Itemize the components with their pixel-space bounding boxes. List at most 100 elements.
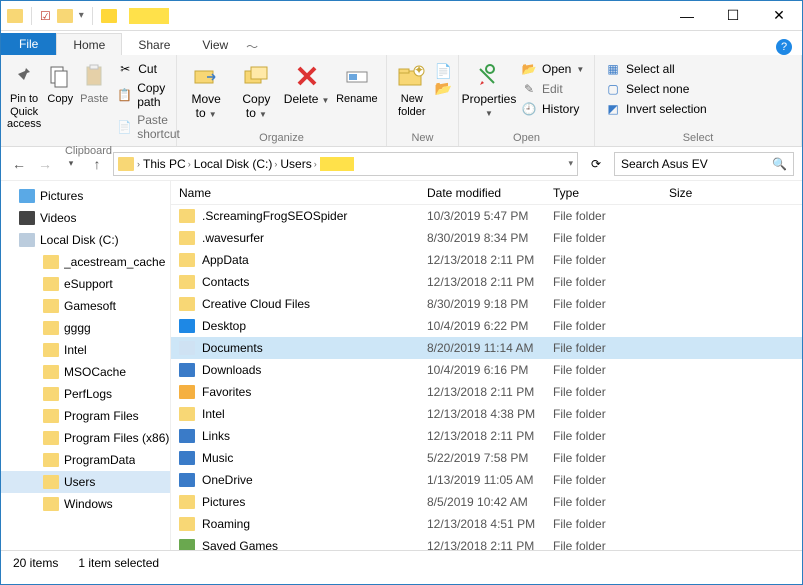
file-row[interactable]: Creative Cloud Files8/30/2019 9:18 PMFil… — [171, 293, 802, 315]
file-name: Documents — [202, 341, 263, 355]
folder-icon — [19, 211, 35, 225]
history-button[interactable]: 🕘History — [517, 99, 588, 119]
properties-button[interactable]: Properties ▼ — [465, 57, 513, 119]
file-type: File folder — [553, 253, 669, 267]
file-type: File folder — [553, 539, 669, 550]
column-type[interactable]: Type — [553, 186, 669, 200]
back-button[interactable]: ← — [9, 154, 29, 174]
file-row[interactable]: .wavesurfer8/30/2019 8:34 PMFile folder — [171, 227, 802, 249]
file-row[interactable]: OneDrive1/13/2019 11:05 AMFile folder — [171, 469, 802, 491]
edit-button[interactable]: ✎Edit — [517, 79, 588, 99]
file-name: Saved Games — [202, 539, 278, 550]
file-row[interactable]: Saved Games12/13/2018 2:11 PMFile folder — [171, 535, 802, 550]
delete-button[interactable]: Delete ▼ — [284, 57, 330, 107]
file-type: File folder — [553, 231, 669, 245]
copy-to-button[interactable]: Copy to ▼ — [233, 57, 279, 121]
up-button[interactable]: ↑ — [87, 154, 107, 174]
qat-folder-icon[interactable] — [57, 9, 73, 23]
file-row[interactable]: .ScreamingFrogSEOSpider10/3/2019 5:47 PM… — [171, 205, 802, 227]
cut-button[interactable]: ✂Cut — [113, 59, 185, 79]
folder-icon — [179, 231, 195, 245]
pin-quick-access-button[interactable]: Pin to Quick access — [7, 57, 41, 131]
address-bar[interactable]: › This PC › Local Disk (C:) › Users › ▾ — [113, 152, 578, 176]
file-type: File folder — [553, 275, 669, 289]
select-all-button[interactable]: ▦Select all — [601, 59, 711, 79]
column-size[interactable]: Size — [669, 186, 802, 200]
tree-item[interactable]: ProgramData — [1, 449, 170, 471]
tree-item[interactable]: gggg — [1, 317, 170, 339]
file-row[interactable]: Contacts12/13/2018 2:11 PMFile folder — [171, 271, 802, 293]
file-row[interactable]: Pictures8/5/2019 10:42 AMFile folder — [171, 491, 802, 513]
navigation-bar: ← → ▾ ↑ › This PC › Local Disk (C:) › Us… — [1, 147, 802, 181]
breadcrumb-current[interactable] — [320, 157, 354, 171]
breadcrumb-users[interactable]: Users › — [280, 157, 316, 171]
move-to-button[interactable]: Move to ▼ — [183, 57, 229, 121]
close-button[interactable]: ✕ — [756, 1, 802, 31]
refresh-button[interactable]: ⟳ — [584, 152, 608, 176]
tab-share[interactable]: Share — [122, 34, 186, 55]
recent-dropdown[interactable]: ▾ — [61, 154, 81, 174]
maximize-button[interactable]: ☐ — [710, 1, 756, 31]
tree-item[interactable]: Videos — [1, 207, 170, 229]
tree-item[interactable]: PerfLogs — [1, 383, 170, 405]
tree-item[interactable]: eSupport — [1, 273, 170, 295]
forward-button[interactable]: → — [35, 154, 55, 174]
file-date: 5/22/2019 7:58 PM — [427, 451, 553, 465]
file-date: 8/30/2019 8:34 PM — [427, 231, 553, 245]
tree-item[interactable]: Program Files (x86) — [1, 427, 170, 449]
select-none-button[interactable]: ▢Select none — [601, 79, 711, 99]
invert-selection-button[interactable]: ◩Invert selection — [601, 99, 711, 119]
tree-item[interactable]: Pictures — [1, 185, 170, 207]
paste-shortcut-button[interactable]: 📄Paste shortcut — [113, 111, 185, 143]
redacted-username — [320, 157, 354, 171]
minimize-button[interactable]: ― — [664, 1, 710, 31]
easy-access-icon[interactable]: 📂 — [435, 80, 452, 97]
group-organize-label: Organize — [183, 130, 380, 146]
qat-overflow[interactable]: ▾ — [79, 10, 84, 21]
tab-file[interactable]: File — [1, 33, 56, 55]
file-row[interactable]: Music5/22/2019 7:58 PMFile folder — [171, 447, 802, 469]
tree-item[interactable]: _acestream_cache — [1, 251, 170, 273]
file-row[interactable]: AppData12/13/2018 2:11 PMFile folder — [171, 249, 802, 271]
file-row[interactable]: Intel12/13/2018 4:38 PMFile folder — [171, 403, 802, 425]
search-box[interactable]: Search Asus EV 🔍 — [614, 152, 794, 176]
file-row[interactable]: Favorites12/13/2018 2:11 PMFile folder — [171, 381, 802, 403]
new-item-icon[interactable]: 📄 — [435, 63, 452, 80]
new-folder-button[interactable]: ✦ New folder — [393, 57, 431, 118]
search-placeholder: Search Asus EV — [621, 157, 708, 171]
copy-button[interactable]: Copy — [45, 57, 75, 106]
tree-item[interactable]: MSOCache — [1, 361, 170, 383]
tree-item[interactable]: Gamesoft — [1, 295, 170, 317]
ribbon-collapse-icon[interactable]: 〜 — [244, 38, 260, 55]
column-headers[interactable]: Name Date modified Type Size — [171, 181, 802, 205]
address-dropdown-icon[interactable]: ▾ — [568, 158, 573, 169]
tree-item[interactable]: Windows — [1, 493, 170, 515]
tree-item[interactable]: Local Disk (C:) — [1, 229, 170, 251]
tree-item[interactable]: Intel — [1, 339, 170, 361]
file-row[interactable]: Roaming12/13/2018 4:51 PMFile folder — [171, 513, 802, 535]
navigation-tree[interactable]: Pictures Videos Local Disk (C:) _acestream_… — [1, 181, 171, 550]
help-icon[interactable]: ? — [776, 39, 792, 55]
column-name[interactable]: Name — [171, 186, 427, 200]
file-row[interactable]: Desktop10/4/2019 6:22 PMFile folder — [171, 315, 802, 337]
column-date[interactable]: Date modified — [427, 186, 553, 200]
properties-icon — [474, 61, 504, 91]
paste-button[interactable]: Paste — [79, 57, 109, 106]
file-row[interactable]: Links12/13/2018 2:11 PMFile folder — [171, 425, 802, 447]
tab-home[interactable]: Home — [56, 33, 122, 55]
tab-view[interactable]: View — [186, 34, 244, 55]
breadcrumb-local-disk[interactable]: Local Disk (C:) › — [194, 157, 278, 171]
open-button[interactable]: 📂Open ▼ — [517, 59, 588, 79]
history-icon: 🕘 — [521, 101, 537, 117]
tree-item-label: Videos — [40, 211, 76, 225]
file-row[interactable]: Documents8/20/2019 11:14 AMFile folder — [171, 337, 802, 359]
rename-button[interactable]: Rename — [334, 57, 380, 106]
tree-item-label: _acestream_cache — [64, 255, 165, 269]
qat-check-icon[interactable]: ☑ — [40, 9, 51, 23]
file-name: Pictures — [202, 495, 245, 509]
tree-item[interactable]: Program Files — [1, 405, 170, 427]
copy-path-button[interactable]: 📋Copy path — [113, 79, 185, 111]
breadcrumb-this-pc[interactable]: This PC › — [143, 157, 191, 171]
file-row[interactable]: Downloads10/4/2019 6:16 PMFile folder — [171, 359, 802, 381]
tree-item[interactable]: Users — [1, 471, 170, 493]
